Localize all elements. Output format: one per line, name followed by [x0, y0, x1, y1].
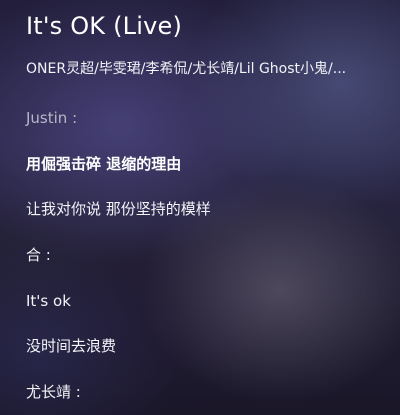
lyrics-screen: It's OK (Live) ONER灵超/毕雯珺/李希侃/尤长靖/Lil Gh…	[0, 0, 400, 415]
song-title: It's OK (Live)	[26, 12, 183, 40]
lyric-line[interactable]: 没时间去浪费	[26, 336, 390, 382]
lyric-line-current[interactable]: 用倔强击碎 退缩的理由	[26, 154, 390, 200]
lyric-line[interactable]: 合 :	[26, 245, 390, 291]
lyric-line[interactable]: It's ok	[26, 291, 390, 337]
lyric-line[interactable]: Justin :	[26, 108, 390, 154]
lyric-line[interactable]: 尤长靖 :	[26, 382, 390, 415]
lyrics-list[interactable]: Justin : 用倔强击碎 退缩的理由 让我对你说 那份坚持的模样 合 : I…	[26, 108, 390, 415]
artist-names[interactable]: ONER灵超/毕雯珺/李希侃/尤长靖/Lil Ghost小鬼/...	[26, 58, 378, 78]
lyric-line[interactable]: 让我对你说 那份坚持的模样	[26, 199, 390, 245]
